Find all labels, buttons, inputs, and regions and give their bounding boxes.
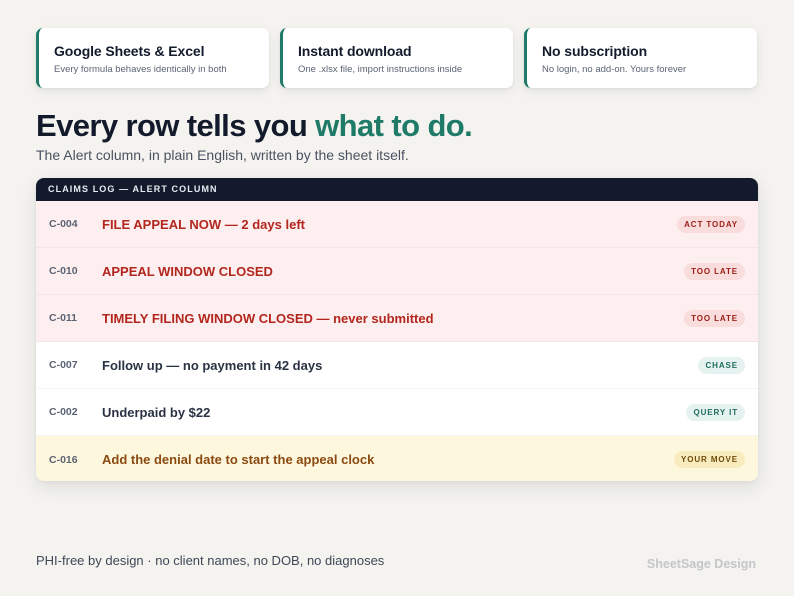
claim-row: C-011 TIMELY FILING WINDOW CLOSED — neve… xyxy=(36,295,758,342)
feature-subtitle: One .xlsx file, import instructions insi… xyxy=(298,64,463,75)
feature-card-instant-download: Instant download One .xlsx file, import … xyxy=(280,28,513,88)
alert-text: FILE APPEAL NOW — 2 days left xyxy=(102,216,305,232)
status-badge: ACT TODAY xyxy=(677,215,745,233)
feature-title: No subscription xyxy=(542,43,648,59)
claim-id: C-002 xyxy=(49,406,78,418)
claim-id: C-011 xyxy=(49,312,78,324)
feature-card-sheets-excel: Google Sheets & Excel Every formula beha… xyxy=(36,28,269,88)
headline-accent: what to do. xyxy=(315,108,473,143)
alert-text: APPEAL WINDOW CLOSED xyxy=(102,263,273,279)
headline-lead: Every row tells you xyxy=(36,108,316,143)
claim-id: C-010 xyxy=(49,265,78,277)
footer-note: PHI-free by design · no client names, no… xyxy=(36,553,385,568)
page-headline: Every row tells you what to do. xyxy=(36,108,473,144)
claim-row: C-002 Underpaid by $22 QUERY IT xyxy=(36,389,758,436)
claim-id: C-004 xyxy=(49,218,78,230)
alert-text: Follow up — no payment in 42 days xyxy=(102,357,323,373)
claims-log-header: CLAIMS LOG — ALERT COLUMN xyxy=(36,178,758,201)
claim-row: C-004 FILE APPEAL NOW — 2 days left ACT … xyxy=(36,201,758,248)
feature-title: Instant download xyxy=(298,43,412,59)
claim-id: C-007 xyxy=(49,359,78,371)
alert-text: Underpaid by $22 xyxy=(102,404,211,420)
brand-logo-text: SheetSage Design xyxy=(646,557,756,571)
status-badge: QUERY IT xyxy=(686,403,745,421)
feature-subtitle: Every formula behaves identically in bot… xyxy=(54,64,227,75)
status-badge: YOUR MOVE xyxy=(674,451,745,468)
status-badge: CHASE xyxy=(698,356,745,374)
claim-id: C-016 xyxy=(49,453,78,466)
claim-row: C-010 APPEAL WINDOW CLOSED TOO LATE xyxy=(36,248,758,295)
status-badge: TOO LATE xyxy=(684,309,745,327)
status-badge: TOO LATE xyxy=(684,262,745,280)
feature-cards: Google Sheets & Excel Every formula beha… xyxy=(36,28,757,88)
feature-subtitle: No login, no add-on. Yours forever xyxy=(542,64,687,75)
feature-card-no-subscription: No subscription No login, no add-on. You… xyxy=(524,28,757,88)
claim-row: C-016 Add the denial date to start the a… xyxy=(36,436,758,481)
claim-row: C-007 Follow up — no payment in 42 days … xyxy=(36,342,758,389)
alert-text: TIMELY FILING WINDOW CLOSED — never subm… xyxy=(102,310,434,326)
page-subheadline: The Alert column, in plain English, writ… xyxy=(36,147,409,163)
alert-text: Add the denial date to start the appeal … xyxy=(102,452,375,467)
claims-log-table: CLAIMS LOG — ALERT COLUMN C-004 FILE APP… xyxy=(36,178,758,481)
feature-title: Google Sheets & Excel xyxy=(54,43,205,59)
